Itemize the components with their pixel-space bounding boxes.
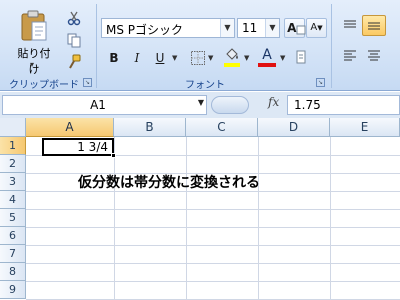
scissors-icon[interactable] xyxy=(66,10,82,26)
border-icon[interactable] xyxy=(190,50,206,66)
column-header-b[interactable]: B xyxy=(114,118,186,137)
row-label: 5 xyxy=(9,211,16,224)
column-label: E xyxy=(360,120,369,134)
formula-bar: A1 ▼ fx 1.75 xyxy=(0,92,400,118)
italic-icon: I xyxy=(134,51,140,65)
gridline xyxy=(26,245,400,246)
row-label: 9 xyxy=(9,283,16,296)
column-label: B xyxy=(145,120,154,134)
align-top-icon[interactable] xyxy=(342,18,358,34)
clipboard-launcher-icon[interactable]: ↘ xyxy=(83,78,92,87)
gridline xyxy=(26,281,400,282)
insert-function-icon[interactable]: fx xyxy=(268,95,279,109)
gridline xyxy=(186,137,187,300)
bold-button[interactable]: B xyxy=(104,48,124,68)
name-box[interactable]: A1 ▼ xyxy=(2,95,207,115)
fill-color-swatch xyxy=(224,63,240,67)
copy-icon[interactable] xyxy=(66,32,82,48)
clipboard-icon xyxy=(21,10,47,41)
format-painter-icon[interactable] xyxy=(66,54,82,70)
row-header-2[interactable]: 2 xyxy=(0,155,26,173)
column-header-e[interactable]: E xyxy=(330,118,400,137)
group-divider xyxy=(96,4,97,88)
chevron-down-icon[interactable]: ▼ xyxy=(265,19,279,37)
row-label: 4 xyxy=(9,193,16,206)
select-all-button[interactable] xyxy=(0,118,26,137)
fill-color-icon[interactable] xyxy=(224,47,240,63)
chevron-down-icon[interactable]: ▼ xyxy=(208,54,213,62)
font-size-combo[interactable]: 11 ▼ xyxy=(237,18,280,38)
gridline xyxy=(26,263,400,264)
name-box-value: A1 xyxy=(90,98,106,112)
column-label: D xyxy=(288,120,299,134)
column-label: A xyxy=(65,120,74,134)
font-name-combo[interactable]: MS Pゴシック ▼ xyxy=(101,18,235,38)
gridline xyxy=(26,209,400,210)
underline-button[interactable]: U xyxy=(150,48,170,68)
chevron-down-icon[interactable]: ▼ xyxy=(220,19,234,37)
cell-note-text: 仮分数は帯分数に変換される xyxy=(78,175,260,191)
gridline xyxy=(26,227,400,228)
align-left-icon[interactable] xyxy=(342,48,358,64)
column-header-c[interactable]: C xyxy=(186,118,258,137)
align-middle-button[interactable] xyxy=(362,15,386,36)
row-header-6[interactable]: 6 xyxy=(0,227,26,245)
row-label: 3 xyxy=(9,175,16,188)
row-header-3[interactable]: 3 xyxy=(0,173,26,191)
chevron-down-icon[interactable]: ▼ xyxy=(172,54,177,62)
worksheet-grid[interactable]: A B C D E 1 2 3 4 5 6 7 8 9 1 3/4 仮分数は帯分… xyxy=(0,118,400,300)
align-center-icon[interactable] xyxy=(366,48,382,64)
underline-icon: U xyxy=(155,51,165,65)
align-middle-icon xyxy=(368,22,380,30)
bold-icon: B xyxy=(109,51,119,65)
gridline xyxy=(330,137,331,300)
chevron-down-icon: ▾ xyxy=(30,60,35,69)
italic-button[interactable]: I xyxy=(127,48,147,68)
font-color-icon: A xyxy=(262,47,272,63)
formula-input[interactable]: 1.75 xyxy=(287,95,400,115)
phonetic-icon[interactable] xyxy=(296,50,306,64)
fill-handle[interactable] xyxy=(111,153,116,158)
row-label: 8 xyxy=(9,265,16,278)
row-header-9[interactable]: 9 xyxy=(0,281,26,299)
group-divider xyxy=(331,4,332,88)
paste-button[interactable]: 貼り付け ▾ xyxy=(14,10,54,76)
chevron-down-icon[interactable]: ▼ xyxy=(198,98,204,107)
active-cell-a1[interactable]: 1 3/4 xyxy=(42,138,114,156)
clipboard-group-label: クリップボード xyxy=(9,80,79,91)
font-name-value: MS Pゴシック xyxy=(106,23,184,37)
gridline xyxy=(258,137,259,300)
formula-value: 1.75 xyxy=(294,98,321,112)
font-launcher-icon[interactable]: ↘ xyxy=(316,78,325,87)
chevron-down-icon[interactable]: ▼ xyxy=(244,54,249,62)
clear-format-icon[interactable] xyxy=(296,25,306,35)
row-label: 6 xyxy=(9,229,16,242)
column-label: C xyxy=(217,120,226,134)
row-header-8[interactable]: 8 xyxy=(0,263,26,281)
chevron-down-icon[interactable]: ▼ xyxy=(280,54,285,62)
font-color-swatch xyxy=(258,63,276,67)
shrink-font-button[interactable]: A▼ xyxy=(306,18,327,38)
ribbon: 貼り付け ▾ クリップボード ↘ MS Pゴシック ▼ 11 ▼ A▲ A▼ B… xyxy=(0,0,400,91)
font-size-value: 11 xyxy=(242,21,258,35)
gridline xyxy=(114,137,115,300)
row-label: 7 xyxy=(9,247,16,260)
font-color-button[interactable]: A xyxy=(258,45,276,65)
formula-bar-splitter[interactable] xyxy=(211,96,249,114)
row-header-1[interactable]: 1 xyxy=(0,137,26,155)
row-label: 2 xyxy=(9,157,16,170)
column-header-d[interactable]: D xyxy=(258,118,330,137)
font-group-label: フォント xyxy=(185,80,225,91)
cell-a1-value: 1 3/4 xyxy=(77,140,108,154)
row-header-4[interactable]: 4 xyxy=(0,191,26,209)
row-header-5[interactable]: 5 xyxy=(0,209,26,227)
column-header-a[interactable]: A xyxy=(26,118,114,137)
row-label: 1 xyxy=(9,139,16,152)
row-header-7[interactable]: 7 xyxy=(0,245,26,263)
